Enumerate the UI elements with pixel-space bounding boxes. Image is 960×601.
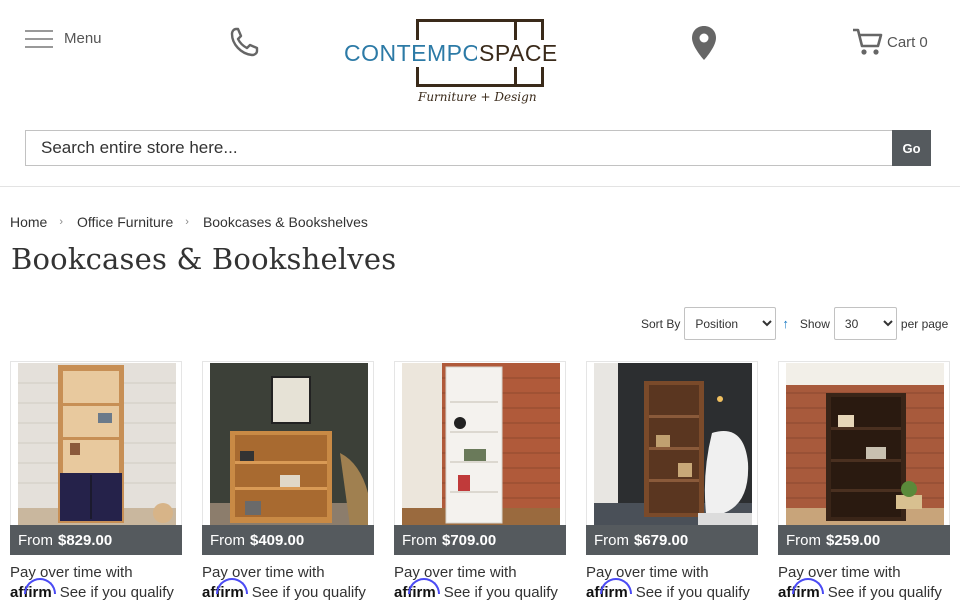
product-card[interactable]: From $709.00 Pay over time with affirm S… [394, 361, 566, 601]
price-value: $259.00 [826, 531, 881, 549]
price-prefix: From [786, 531, 821, 549]
product-image-frame [586, 361, 758, 525]
breadcrumb-office-furniture[interactable]: Office Furniture [77, 214, 173, 230]
product-image[interactable] [594, 363, 752, 525]
product-card[interactable]: From $679.00 Pay over time with affirm S… [586, 361, 758, 601]
breadcrumb-current: Bookcases & Bookshelves [202, 214, 368, 230]
product-card[interactable]: From $409.00 Pay over time with affirm S… [202, 361, 374, 601]
price-bar: From $259.00 [778, 525, 950, 555]
product-image[interactable] [18, 363, 176, 525]
price-bar: From $679.00 [586, 525, 758, 555]
price-bar: From $829.00 [10, 525, 182, 555]
affirm-row: affirm See if you qualify [778, 578, 950, 601]
price-value: $409.00 [250, 531, 305, 549]
chevron-right-icon: › [59, 216, 64, 228]
affirm-logo: affirm [394, 578, 440, 601]
search-bar: Go [25, 130, 931, 166]
product-card[interactable]: From $829.00 Pay over time with affirm S… [10, 361, 182, 601]
chevron-right-icon: › [185, 216, 189, 228]
sort-select[interactable]: Position [684, 307, 777, 340]
logo-word-space: SPACE [477, 40, 560, 67]
price-value: $709.00 [442, 531, 497, 549]
breadcrumb-home[interactable]: Home [10, 214, 47, 230]
product-grid: From $829.00 Pay over time with affirm S… [10, 361, 950, 601]
sorter-toolbar: Sort By Position ↑ Show 30 per page [641, 307, 948, 340]
affirm-row: affirm See if you qualify [10, 578, 182, 601]
header-divider [0, 186, 960, 187]
price-bar: From $709.00 [394, 525, 566, 555]
cart-count: 0 [919, 33, 928, 51]
logo-tagline: Furniture + Design [418, 90, 537, 104]
store-logo[interactable]: CONTEMPO SPACE Furniture + Design [340, 16, 560, 110]
search-go-button[interactable]: Go [892, 130, 931, 166]
price-value: $829.00 [58, 531, 113, 549]
affirm-row: affirm See if you qualify [394, 578, 566, 601]
product-image-frame [778, 361, 950, 525]
product-image-frame [394, 361, 566, 525]
price-prefix: From [402, 531, 437, 549]
sort-arrow-icon[interactable]: ↑ [782, 316, 789, 331]
cart-button[interactable]: Cart 0 [852, 26, 928, 58]
product-image-frame [202, 361, 374, 525]
product-card[interactable]: From $259.00 Pay over time with affirm S… [778, 361, 950, 601]
affirm-logo: affirm [10, 578, 56, 601]
product-image[interactable] [786, 363, 944, 525]
affirm-logo: affirm [778, 578, 824, 601]
affirm-row: affirm See if you qualify [586, 578, 758, 601]
price-value: $679.00 [634, 531, 689, 549]
affirm-qualify-link[interactable]: See if you qualify [828, 584, 942, 601]
product-image[interactable] [210, 363, 368, 525]
hamburger-icon [25, 28, 53, 48]
phone-icon[interactable] [229, 26, 259, 58]
limit-select[interactable]: 30 [833, 307, 897, 340]
affirm-row: affirm See if you qualify [202, 578, 374, 601]
menu-label: Menu [64, 29, 102, 47]
price-bar: From $409.00 [202, 525, 374, 555]
breadcrumb: Home › Office Furniture › Bookcases & Bo… [10, 214, 368, 230]
location-pin-icon[interactable] [690, 25, 718, 61]
affirm-qualify-link[interactable]: See if you qualify [636, 584, 750, 601]
per-page-label: per page [900, 316, 949, 331]
affirm-qualify-link[interactable]: See if you qualify [60, 584, 174, 601]
product-image-frame [10, 361, 182, 525]
price-prefix: From [210, 531, 245, 549]
price-prefix: From [18, 531, 53, 549]
affirm-logo: affirm [586, 578, 632, 601]
menu-button[interactable]: Menu [25, 28, 102, 48]
affirm-qualify-link[interactable]: See if you qualify [444, 584, 558, 601]
page-title: Bookcases & Bookshelves [11, 242, 397, 276]
sort-label: Sort By [641, 316, 681, 331]
search-input[interactable] [25, 130, 892, 166]
affirm-logo: affirm [202, 578, 248, 601]
cart-icon [853, 28, 883, 55]
logo-word-contempo: CONTEMPO [342, 40, 483, 67]
show-label: Show [799, 316, 830, 331]
price-prefix: From [594, 531, 629, 549]
cart-label: Cart [887, 33, 916, 51]
affirm-qualify-link[interactable]: See if you qualify [252, 584, 366, 601]
product-image[interactable] [402, 363, 560, 525]
